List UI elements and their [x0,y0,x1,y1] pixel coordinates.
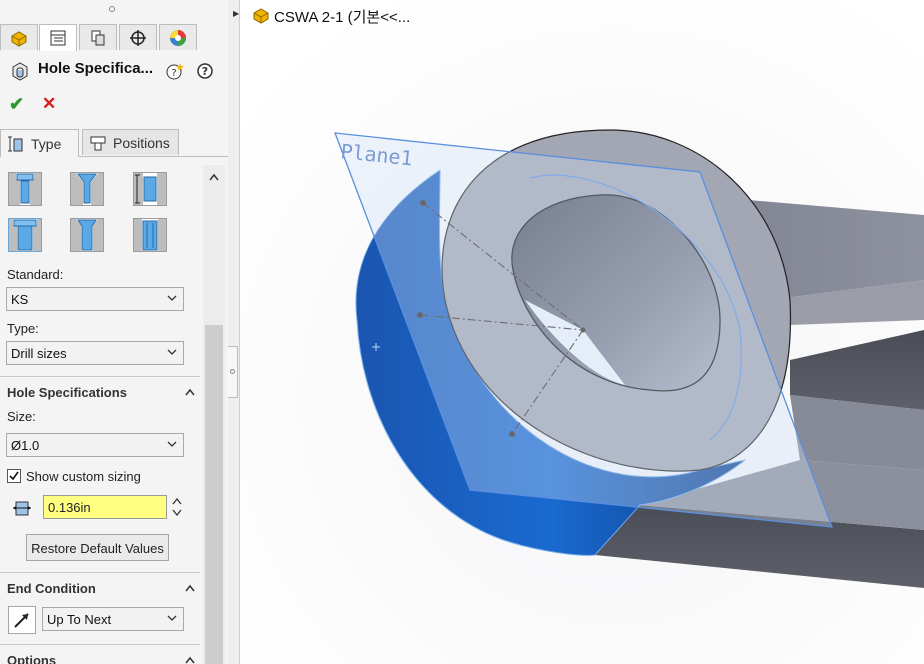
hole-specifications-header[interactable]: Hole Specifications [0,382,203,404]
tapered-tap-icon [71,219,103,251]
chevron-down-icon [167,349,177,355]
chevron-up-icon[interactable] [185,656,195,664]
chevron-down-icon [167,441,177,447]
chevron-down-icon [167,295,177,301]
type-label: Type: [7,321,39,336]
crosshair-icon [130,29,146,46]
panel-drag-handle[interactable] [109,6,115,12]
positions-icon [90,136,106,150]
cancel-button[interactable]: ✕ [42,94,56,114]
hole-wizard-icon [12,62,28,81]
size-select[interactable]: Ø1.0 [6,433,184,457]
through-hole-diameter-icon [13,501,31,516]
ok-button[interactable]: ✔ [9,94,24,115]
reverse-direction-icon [14,613,29,628]
graphics-viewport[interactable]: Plane1 [240,0,924,664]
straight-tap-icon [9,219,41,251]
property-manager-icon [50,30,66,46]
whats-new-help-icon[interactable]: ? [165,61,185,81]
standard-value: KS [11,292,29,307]
tab-type[interactable]: Type [0,129,79,157]
tab-positions-label: Positions [113,134,170,151]
show-custom-sizing-label[interactable]: Show custom sizing [26,469,141,484]
end-condition-title: End Condition [7,581,96,596]
hole-type-legacy[interactable] [133,218,167,252]
collapse-panel-handle[interactable] [228,346,238,398]
end-condition-select[interactable]: Up To Next [42,607,184,631]
reverse-direction-button[interactable] [8,606,36,634]
featuremanager-tab[interactable] [0,24,38,50]
manager-tabs [0,24,228,51]
options-title: Options [7,653,57,664]
hole-type-straight-tap[interactable] [8,218,42,252]
tab-positions[interactable]: Positions [82,129,179,155]
countersink-icon [71,173,103,205]
svg-text:?: ? [171,68,176,79]
size-value: Ø1.0 [11,438,40,453]
breadcrumb-part-name: CSWA 2-1 (기본<<... [274,9,411,26]
chevron-up-icon[interactable] [185,584,195,592]
display-manager-tab[interactable] [159,24,197,50]
simple-hole-icon [134,173,166,205]
panel-splitter[interactable] [228,0,240,664]
hole-type-countersink[interactable] [70,172,104,206]
propertymanager-tab[interactable] [39,24,77,51]
divider [0,644,200,645]
divider [0,572,200,573]
hole-specifications-title: Hole Specifications [7,385,127,400]
svg-text:?: ? [202,65,208,78]
chevron-down-icon [167,615,177,621]
standard-select[interactable]: KS [6,287,184,311]
propertymanager-title: Hole Specifica... [38,60,154,77]
help-icon[interactable]: ? [196,62,214,80]
options-header[interactable]: Options [0,650,203,664]
subtabs: Type Positions [0,128,228,157]
restore-default-values-button[interactable]: Restore Default Values [26,534,169,561]
counterbore-icon [9,173,41,205]
tab-type-label: Type [31,135,62,152]
end-condition-header[interactable]: End Condition [0,578,203,600]
hole-type-icon [8,136,23,151]
diameter-spinner[interactable] [169,495,185,519]
configurationmanager-tab[interactable] [79,24,117,50]
appearance-icon [170,29,186,46]
show-custom-sizing-checkbox[interactable] [7,469,21,483]
chevron-up-icon[interactable] [209,173,219,181]
type-select[interactable]: Drill sizes [6,341,184,365]
legacy-hole-icon [134,219,166,251]
expand-triangle-icon[interactable]: ▶ [233,9,239,18]
property-manager-panel: Hole Specifica... ? ? ✔ ✕ Type Positions [0,0,229,664]
end-condition-value: Up To Next [47,612,112,627]
feature-tree-icon [11,30,27,47]
standard-label: Standard: [7,267,64,282]
checkmark-icon [9,471,19,481]
panel-scrollbar[interactable] [203,165,225,664]
scrollbar-thumb[interactable] [205,325,223,664]
hole-type-counterbore[interactable] [8,172,42,206]
divider [0,376,200,377]
configuration-icon [91,30,105,45]
hole-type-hole[interactable] [133,172,167,206]
custom-diameter-input[interactable]: 0.136in [43,495,167,519]
size-label: Size: [7,409,36,424]
type-value: Drill sizes [11,346,67,361]
chevron-up-icon[interactable] [185,388,195,396]
part-icon [253,8,269,24]
dimxpert-tab[interactable] [119,24,157,50]
hole-type-tapered-tap[interactable] [70,218,104,252]
